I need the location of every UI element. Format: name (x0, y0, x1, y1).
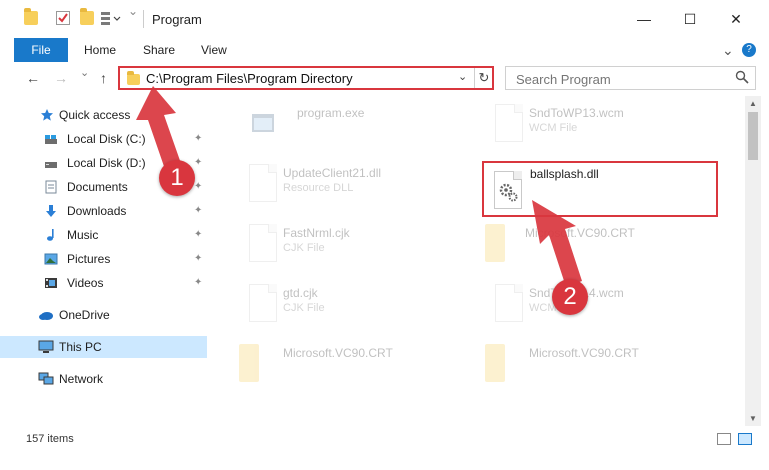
annotation-overlay (136, 86, 582, 287)
step-1-badge: 1 (159, 160, 195, 196)
annotation-arrow-2 (532, 200, 582, 287)
step-2-badge: 2 (552, 279, 588, 315)
